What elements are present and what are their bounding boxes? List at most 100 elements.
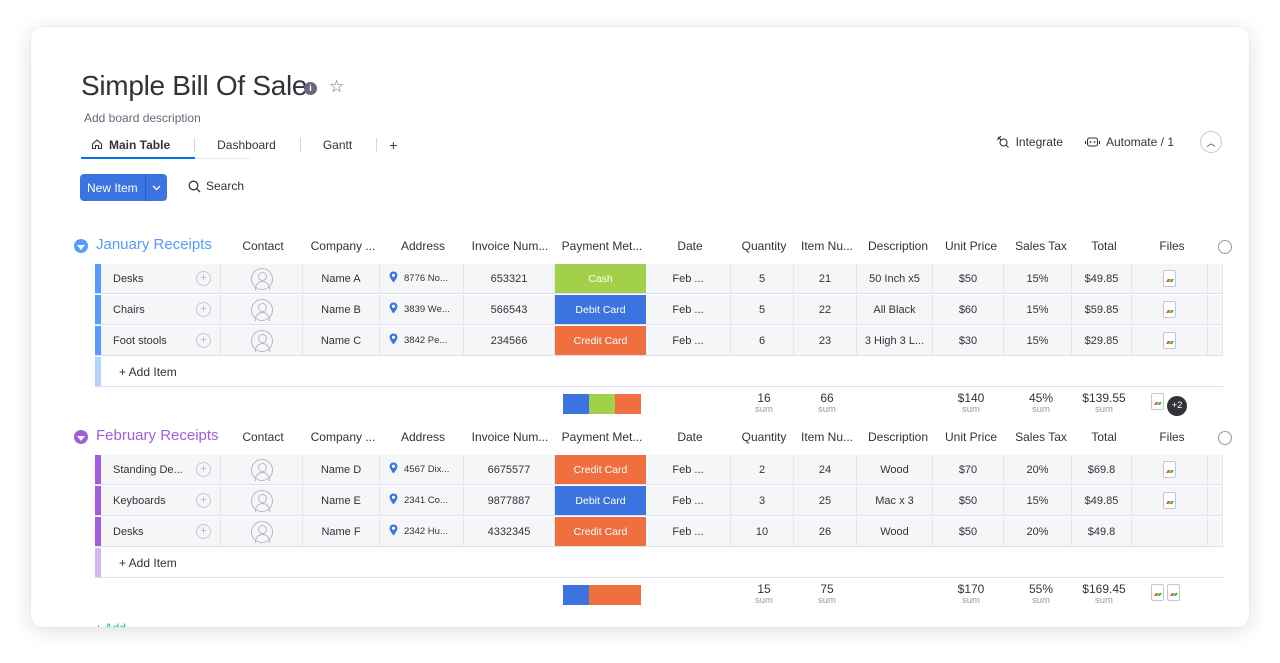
- files-cell[interactable]: [1132, 295, 1208, 324]
- date-cell[interactable]: Feb ...: [646, 326, 731, 355]
- file-icon[interactable]: [1163, 492, 1176, 509]
- payment-method-status[interactable]: Debit Card: [555, 486, 646, 515]
- add-update-icon[interactable]: +: [196, 462, 211, 477]
- item-name-cell[interactable]: Foot stools +: [101, 326, 221, 355]
- file-icon[interactable]: [1163, 270, 1176, 287]
- unit-price-cell[interactable]: $50: [933, 486, 1004, 515]
- collapse-group-icon[interactable]: [74, 239, 88, 253]
- item-num-cell[interactable]: 24: [794, 455, 857, 484]
- column-header[interactable]: Invoice Num...: [460, 430, 560, 444]
- add-update-icon[interactable]: +: [196, 524, 211, 539]
- add-group-button[interactable]: + Add...: [95, 621, 136, 627]
- item-num-cell[interactable]: 22: [794, 295, 857, 324]
- add-item-row[interactable]: + Add Item: [95, 357, 1223, 387]
- contact-cell[interactable]: [221, 264, 303, 293]
- column-header[interactable]: Address: [373, 430, 473, 444]
- add-update-icon[interactable]: +: [196, 271, 211, 286]
- invoice-number-cell[interactable]: 234566: [464, 326, 555, 355]
- column-header[interactable]: Files: [1122, 430, 1222, 444]
- contact-cell[interactable]: [221, 295, 303, 324]
- payment-method-status[interactable]: Credit Card: [555, 517, 646, 546]
- unit-price-cell[interactable]: $70: [933, 455, 1004, 484]
- company-cell[interactable]: Name B: [303, 295, 380, 324]
- column-header[interactable]: Address: [373, 239, 473, 253]
- integrate-button[interactable]: Integrate: [996, 135, 1063, 149]
- item-name-cell[interactable]: Standing De... +: [101, 455, 221, 484]
- column-header[interactable]: Files: [1122, 239, 1222, 253]
- file-icon[interactable]: [1163, 332, 1176, 349]
- date-cell[interactable]: Feb ...: [646, 486, 731, 515]
- sales-tax-cell[interactable]: 15%: [1004, 264, 1072, 293]
- add-update-icon[interactable]: +: [196, 302, 211, 317]
- file-icon[interactable]: [1167, 584, 1180, 601]
- board-description[interactable]: Add board description: [84, 111, 201, 125]
- contact-cell[interactable]: [221, 455, 303, 484]
- item-name-cell[interactable]: Desks +: [101, 517, 221, 546]
- files-cell[interactable]: [1132, 486, 1208, 515]
- unit-price-cell[interactable]: $60: [933, 295, 1004, 324]
- sales-tax-cell[interactable]: 15%: [1004, 295, 1072, 324]
- total-cell[interactable]: $49.85: [1072, 264, 1132, 293]
- description-cell[interactable]: All Black: [857, 295, 933, 324]
- quantity-cell[interactable]: 5: [731, 295, 794, 324]
- contact-cell[interactable]: [221, 517, 303, 546]
- company-cell[interactable]: Name A: [303, 264, 380, 293]
- sales-tax-cell[interactable]: 20%: [1004, 517, 1072, 546]
- unit-price-cell[interactable]: $30: [933, 326, 1004, 355]
- unit-price-cell[interactable]: $50: [933, 517, 1004, 546]
- unit-price-cell[interactable]: $50: [933, 264, 1004, 293]
- item-num-cell[interactable]: 25: [794, 486, 857, 515]
- star-icon[interactable]: ☆: [329, 77, 344, 97]
- invoice-number-cell[interactable]: 9877887: [464, 486, 555, 515]
- file-icon[interactable]: [1163, 301, 1176, 318]
- address-cell[interactable]: 8776 No...: [380, 264, 464, 293]
- total-cell[interactable]: $69.8: [1072, 455, 1132, 484]
- add-item-button[interactable]: + Add Item: [119, 556, 177, 570]
- files-cell[interactable]: [1132, 326, 1208, 355]
- tab-dashboard[interactable]: Dashboard: [207, 134, 290, 156]
- sales-tax-cell[interactable]: 15%: [1004, 486, 1072, 515]
- payment-method-status[interactable]: Credit Card: [555, 455, 646, 484]
- company-cell[interactable]: Name D: [303, 455, 380, 484]
- board-title[interactable]: Simple Bill Of Sale: [81, 70, 307, 102]
- payment-method-status[interactable]: Credit Card: [555, 326, 646, 355]
- item-name-cell[interactable]: Desks +: [101, 264, 221, 293]
- invoice-number-cell[interactable]: 4332345: [464, 517, 555, 546]
- collapse-group-icon[interactable]: [74, 430, 88, 444]
- search-button[interactable]: Search: [188, 179, 244, 193]
- invoice-number-cell[interactable]: 653321: [464, 264, 555, 293]
- description-cell[interactable]: 50 Inch x5: [857, 264, 933, 293]
- total-cell[interactable]: $49.8: [1072, 517, 1132, 546]
- file-icon[interactable]: [1151, 393, 1164, 410]
- date-cell[interactable]: Feb ...: [646, 264, 731, 293]
- address-cell[interactable]: 3842 Pe...: [380, 326, 464, 355]
- item-num-cell[interactable]: 21: [794, 264, 857, 293]
- item-num-cell[interactable]: 23: [794, 326, 857, 355]
- quantity-cell[interactable]: 5: [731, 264, 794, 293]
- files-cell[interactable]: [1132, 517, 1208, 546]
- tab-gantt[interactable]: Gantt: [313, 134, 366, 156]
- add-update-icon[interactable]: +: [196, 493, 211, 508]
- date-cell[interactable]: Feb ...: [646, 295, 731, 324]
- add-column-icon[interactable]: [1218, 431, 1232, 445]
- add-item-button[interactable]: + Add Item: [119, 365, 177, 379]
- item-num-cell[interactable]: 26: [794, 517, 857, 546]
- total-cell[interactable]: $29.85: [1072, 326, 1132, 355]
- new-item-button[interactable]: New Item: [80, 174, 145, 201]
- contact-cell[interactable]: [221, 486, 303, 515]
- contact-cell[interactable]: [221, 326, 303, 355]
- item-name-cell[interactable]: Keyboards +: [101, 486, 221, 515]
- description-cell[interactable]: Mac x 3: [857, 486, 933, 515]
- address-cell[interactable]: 3839 We...: [380, 295, 464, 324]
- sales-tax-cell[interactable]: 15%: [1004, 326, 1072, 355]
- company-cell[interactable]: Name F: [303, 517, 380, 546]
- total-cell[interactable]: $59.85: [1072, 295, 1132, 324]
- date-cell[interactable]: Feb ...: [646, 517, 731, 546]
- address-cell[interactable]: 2342 Hu...: [380, 517, 464, 546]
- date-cell[interactable]: Feb ...: [646, 455, 731, 484]
- sales-tax-cell[interactable]: 20%: [1004, 455, 1072, 484]
- description-cell[interactable]: 3 High 3 L...: [857, 326, 933, 355]
- quantity-cell[interactable]: 3: [731, 486, 794, 515]
- quantity-cell[interactable]: 6: [731, 326, 794, 355]
- invoice-number-cell[interactable]: 6675577: [464, 455, 555, 484]
